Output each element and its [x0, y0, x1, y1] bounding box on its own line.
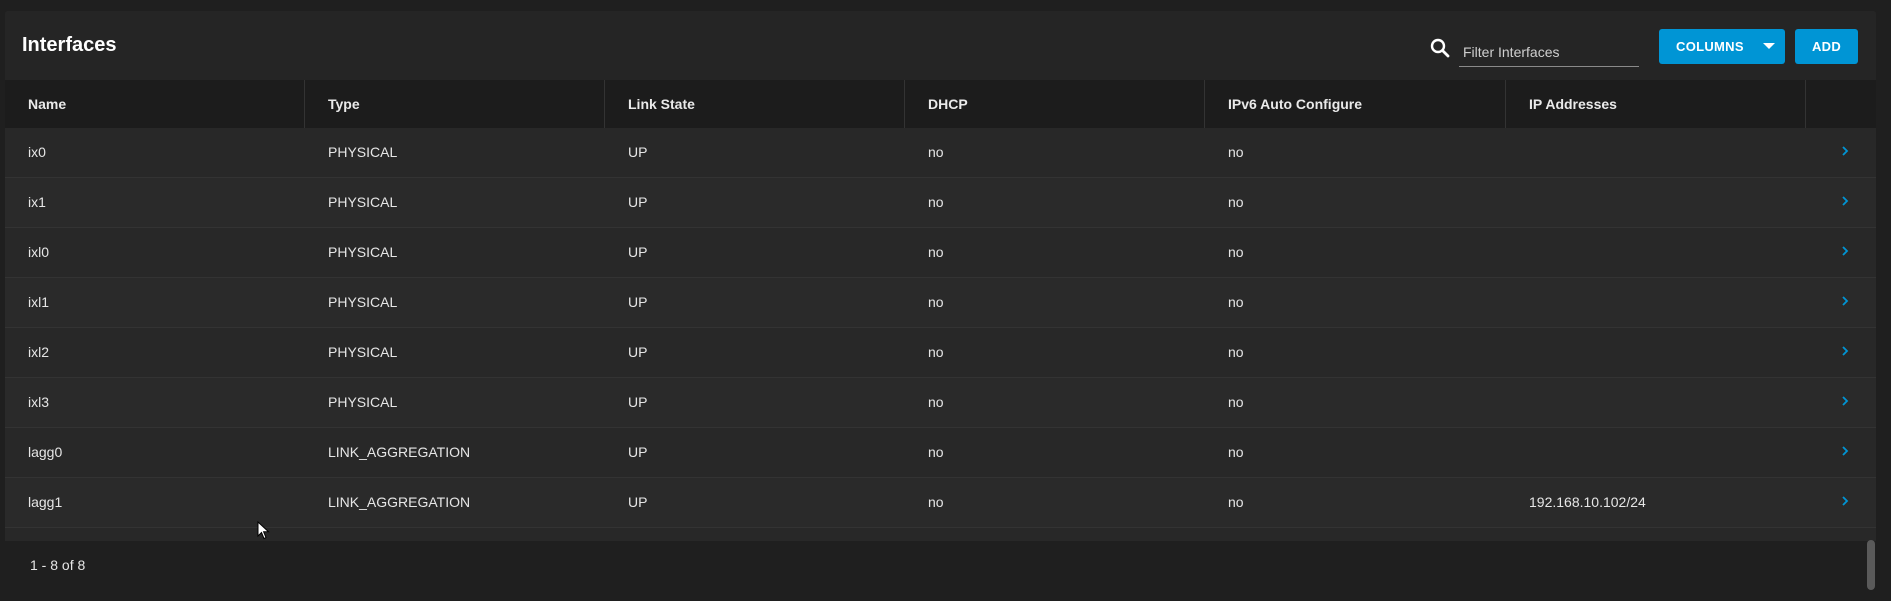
table-row[interactable]: lagg1 LINK_AGGREGATION UP no no 192.168.10.10…: [5, 478, 1876, 528]
card-header: Interfaces COLUMNS ADD: [5, 11, 1876, 80]
cell-name: lagg1: [28, 494, 63, 510]
chevron-right-icon[interactable]: [1839, 145, 1851, 157]
cell-ip-addresses: [1506, 278, 1806, 327]
cell-ip-addresses: [1506, 128, 1806, 177]
cell-type: LINK_AGGREGATION: [328, 444, 471, 460]
cell-link-state: UP: [628, 244, 648, 260]
cell-name: ixl1: [28, 294, 50, 310]
table-row[interactable]: ix0 PHYSICAL UP no no: [5, 128, 1876, 178]
cell-ipv6-auto-configure: no: [1228, 444, 1244, 460]
chevron-right-icon[interactable]: [1839, 245, 1851, 257]
cell-type: PHYSICAL: [328, 394, 398, 410]
chevron-right-icon[interactable]: [1839, 295, 1851, 307]
cell-ipv6-auto-configure: no: [1228, 294, 1244, 310]
cell-dhcp: no: [928, 144, 944, 160]
cell-link-state: UP: [628, 144, 648, 160]
cell-ip-addresses: [1506, 428, 1806, 477]
cell-ipv6-auto-configure: no: [1228, 394, 1244, 410]
columns-button[interactable]: COLUMNS: [1659, 29, 1785, 64]
cell-link-state: UP: [628, 444, 648, 460]
column-header-link-state[interactable]: Link State: [605, 80, 905, 128]
column-header-name[interactable]: Name: [5, 80, 305, 128]
cell-type: PHYSICAL: [328, 194, 398, 210]
chevron-right-icon[interactable]: [1839, 495, 1851, 507]
table-row[interactable]: ixl0 PHYSICAL UP no no: [5, 228, 1876, 278]
chevron-right-icon[interactable]: [1839, 445, 1851, 457]
column-header-type[interactable]: Type: [305, 80, 605, 128]
mouse-cursor-icon: [257, 521, 270, 540]
column-header-ip-addresses[interactable]: IP Addresses: [1506, 80, 1806, 128]
cell-name: ix0: [28, 144, 46, 160]
cell-ip-addresses: [1506, 228, 1806, 277]
cell-ip-addresses: [1506, 378, 1806, 427]
cell-ipv6-auto-configure: no: [1228, 194, 1244, 210]
paginator-range: 1 - 8 of 8: [30, 557, 86, 573]
interfaces-card: Interfaces COLUMNS ADD Name Type Link St…: [5, 11, 1876, 590]
column-header-actions: [1806, 80, 1876, 128]
cell-type: PHYSICAL: [328, 144, 398, 160]
cell-ip-addresses: [1506, 328, 1806, 377]
cell-dhcp: no: [928, 344, 944, 360]
cell-link-state: UP: [628, 294, 648, 310]
column-header-ipv6-auto-configure[interactable]: IPv6 Auto Configure: [1205, 80, 1506, 128]
cell-type: PHYSICAL: [328, 244, 398, 260]
cell-link-state: UP: [628, 394, 648, 410]
chevron-right-icon[interactable]: [1839, 195, 1851, 207]
cell-name: ixl2: [28, 344, 50, 360]
table-row[interactable]: ixl2 PHYSICAL UP no no: [5, 328, 1876, 378]
chevron-right-icon[interactable]: [1839, 345, 1851, 357]
cell-dhcp: no: [928, 294, 944, 310]
table-header: Name Type Link State DHCP IPv6 Auto Conf…: [5, 80, 1876, 128]
cell-link-state: UP: [628, 194, 648, 210]
table-row[interactable]: ixl3 PHYSICAL UP no no: [5, 378, 1876, 428]
table-footer: 1 - 8 of 8: [5, 541, 1876, 590]
cell-ipv6-auto-configure: no: [1228, 494, 1244, 510]
columns-button-label: COLUMNS: [1676, 39, 1744, 54]
page-title: Interfaces: [22, 34, 117, 56]
caret-down-icon: [1763, 43, 1775, 49]
add-button[interactable]: ADD: [1795, 29, 1858, 64]
cell-ipv6-auto-configure: no: [1228, 344, 1244, 360]
cell-ipv6-auto-configure: no: [1228, 144, 1244, 160]
column-header-dhcp[interactable]: DHCP: [905, 80, 1205, 128]
cell-name: lagg0: [28, 444, 63, 460]
cell-ip-addresses: 192.168.10.102/24: [1529, 494, 1646, 510]
cell-name: ixl0: [28, 244, 50, 260]
cell-link-state: UP: [628, 494, 648, 510]
cell-name: ixl3: [28, 394, 50, 410]
cell-dhcp: no: [928, 244, 944, 260]
cell-ipv6-auto-configure: no: [1228, 244, 1244, 260]
cell-type: LINK_AGGREGATION: [328, 494, 471, 510]
cell-ip-addresses: [1506, 178, 1806, 227]
table-row[interactable]: ixl1 PHYSICAL UP no no: [5, 278, 1876, 328]
add-button-label: ADD: [1811, 39, 1842, 54]
cell-link-state: UP: [628, 344, 648, 360]
page-scrollbar[interactable]: [1867, 540, 1875, 590]
search-icon: [1430, 38, 1450, 58]
cell-dhcp: no: [928, 394, 944, 410]
cell-name: ix1: [28, 194, 46, 210]
chevron-right-icon[interactable]: [1839, 395, 1851, 407]
cell-dhcp: no: [928, 194, 944, 210]
filter-interfaces-input[interactable]: [1459, 37, 1639, 67]
cell-type: PHYSICAL: [328, 344, 398, 360]
table-row[interactable]: lagg0 LINK_AGGREGATION UP no no: [5, 428, 1876, 478]
cell-type: PHYSICAL: [328, 294, 398, 310]
table-row[interactable]: ix1 PHYSICAL UP no no: [5, 178, 1876, 228]
cell-dhcp: no: [928, 494, 944, 510]
cell-dhcp: no: [928, 444, 944, 460]
